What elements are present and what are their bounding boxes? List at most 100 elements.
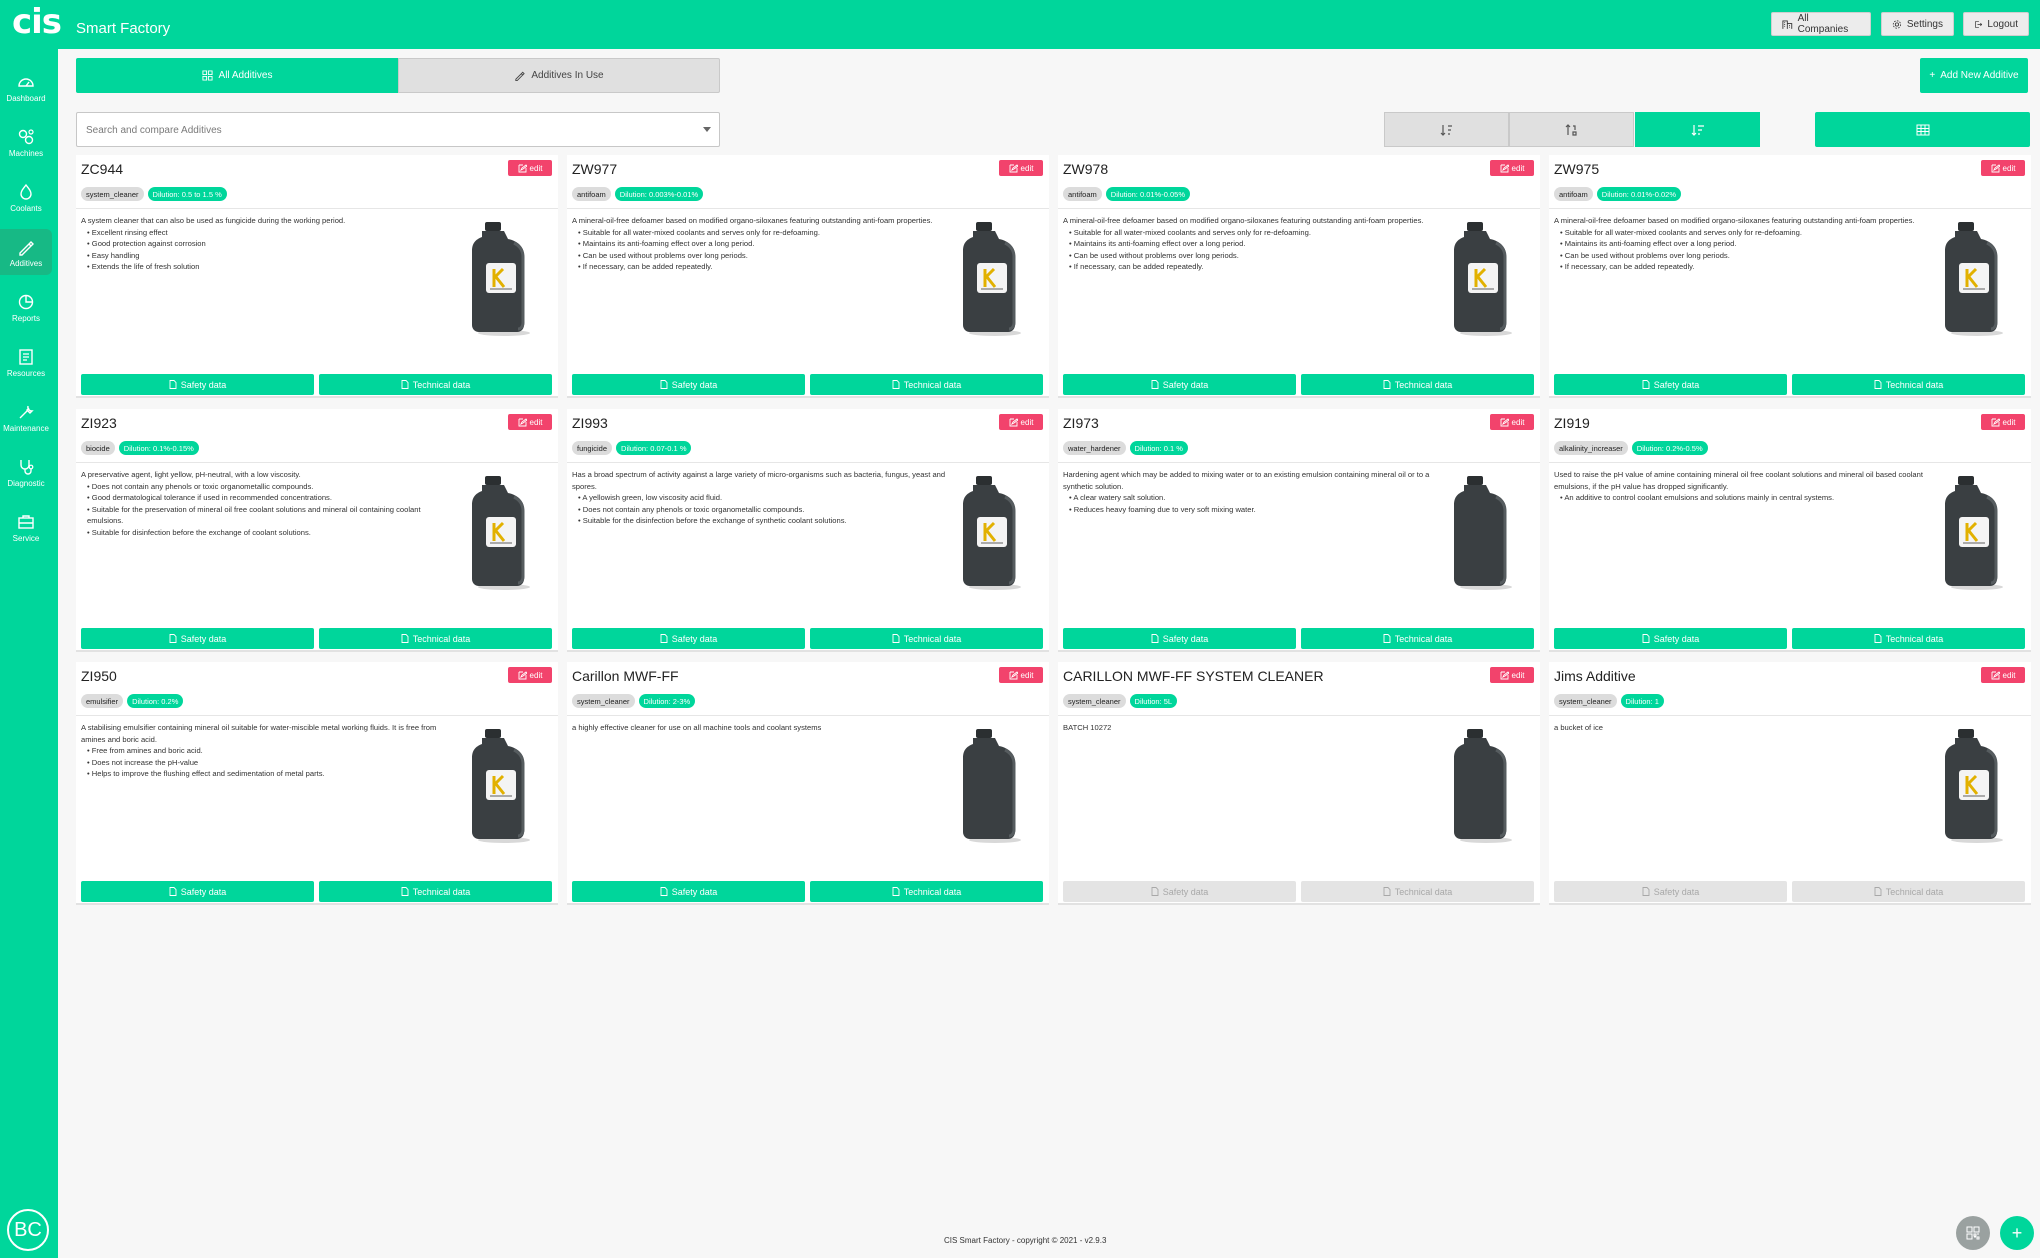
logout-button[interactable]: Logout [1963,12,2029,36]
chevron-down-icon[interactable] [703,127,711,132]
sidebar-item-machines[interactable]: Machines [0,119,52,165]
sidebar-label: Maintenance [3,423,49,433]
additive-name[interactable]: ZI993 [572,415,608,431]
edit-button[interactable]: edit [508,667,552,683]
divider [76,715,558,716]
description-bullet: If necessary, can be added repeatedly. [578,261,947,273]
additive-name[interactable]: ZI919 [1554,415,1590,431]
settings-button[interactable]: Settings [1881,12,1954,36]
grid-view-button[interactable] [1815,112,2030,147]
edit-label: edit [529,417,543,427]
sidebar-item-maintenance[interactable]: Maintenance [0,394,52,440]
additive-name[interactable]: ZW978 [1063,161,1108,177]
description-intro: A mineral-oil-free defoamer based on mod… [572,216,933,225]
divider [76,462,558,463]
document-icon [1874,887,1882,896]
technical-data-button[interactable]: Technical data [1301,881,1534,902]
edit-button[interactable]: edit [508,414,552,430]
additive-name[interactable]: ZW977 [572,161,617,177]
additive-name[interactable]: ZI923 [81,415,117,431]
dilution-badge: Dilution: 5L [1129,694,1178,708]
description-intro: Has a broad spectrum of activity against… [572,470,946,491]
description-intro: A preservative agent, light yellow, pH-n… [81,470,301,479]
edit-button[interactable]: edit [508,160,552,176]
sidebar-item-reports[interactable]: Reports [0,284,52,330]
edit-button[interactable]: edit [1981,414,2025,430]
edit-button[interactable]: edit [1490,160,1534,176]
sort-amount-button[interactable] [1635,112,1760,147]
additive-description: A stabilising emulsifier containing mine… [81,722,456,780]
document-icon [1642,634,1650,643]
safety-data-button[interactable]: Safety data [572,881,805,902]
cis-logo[interactable]: cis [12,2,62,42]
edit-button[interactable]: edit [999,414,1043,430]
user-avatar[interactable]: BC [7,1209,49,1251]
technical-data-button[interactable]: Technical data [319,374,552,395]
sidebar-item-service[interactable]: Service [0,504,52,550]
edit-label: edit [1511,417,1525,427]
dashboard-icon [18,77,34,87]
safety-data-button[interactable]: Safety data [1554,881,1787,902]
description-intro: Used to raise the pH value of amine cont… [1554,470,1923,491]
technical-data-button[interactable]: Technical data [1301,628,1534,649]
search-input[interactable]: Search and compare Additives [76,112,720,147]
description-bullet: Can be used without problems over long p… [578,250,947,262]
additive-name[interactable]: ZW975 [1554,161,1599,177]
bottle-image [1945,476,2003,590]
all-companies-button[interactable]: All Companies [1771,12,1871,36]
edit-button[interactable]: edit [1490,414,1534,430]
technical-data-button[interactable]: Technical data [810,374,1043,395]
sidebar-item-dashboard[interactable]: Dashboard [0,64,52,110]
gear-icon [1892,19,1902,29]
add-fab-button[interactable]: + [2000,1216,2034,1250]
additive-name[interactable]: ZI973 [1063,415,1099,431]
technical-data-button[interactable]: Technical data [1301,374,1534,395]
description-intro: A mineral-oil-free defoamer based on mod… [1554,216,1915,225]
technical-data-button[interactable]: Technical data [810,881,1043,902]
safety-data-button[interactable]: Safety data [81,374,314,395]
additive-name[interactable]: Jims Additive [1554,668,1636,684]
technical-data-button[interactable]: Technical data [1792,881,2025,902]
sidebar-label: Resources [6,368,46,378]
safety-data-button[interactable]: Safety data [1554,374,1787,395]
edit-button[interactable]: edit [1981,667,2025,683]
tab-additives-in-use[interactable]: Additives In Use [398,58,720,93]
plus-icon: + [2011,1222,2023,1243]
additive-card: CARILLON MWF-FF SYSTEM CLEANER edit syst… [1058,662,1540,905]
sort-numeric-button[interactable] [1509,112,1634,147]
safety-data-button[interactable]: Safety data [1554,628,1787,649]
additive-name[interactable]: ZC944 [81,161,123,177]
technical-data-button[interactable]: Technical data [1792,628,2025,649]
edit-button[interactable]: edit [999,160,1043,176]
safety-data-button[interactable]: Safety data [1063,881,1296,902]
additive-card: ZW975 edit antifoam Dilution: 0.01%-0.02… [1549,155,2031,398]
technical-data-button[interactable]: Technical data [1792,374,2025,395]
additive-name[interactable]: Carillon MWF-FF [572,668,679,684]
safety-data-button[interactable]: Safety data [1063,374,1296,395]
edit-button[interactable]: edit [1490,667,1534,683]
technical-data-button[interactable]: Technical data [810,628,1043,649]
technical-data-button[interactable]: Technical data [319,881,552,902]
sidebar-item-diagnostic[interactable]: Diagnostic [0,449,52,495]
edit-icon [1500,163,1509,172]
edit-button[interactable]: edit [1981,160,2025,176]
safety-data-button[interactable]: Safety data [572,628,805,649]
qr-code-button[interactable] [1956,1216,1990,1250]
safety-data-button[interactable]: Safety data [81,628,314,649]
additive-name[interactable]: CARILLON MWF-FF SYSTEM CLEANER [1063,668,1324,684]
additive-name[interactable]: ZI950 [81,668,117,684]
description-bullet: Suitable for all water-mixed coolants an… [1069,227,1438,239]
sort-alpha-button[interactable] [1384,112,1509,147]
sidebar-item-additives[interactable]: Additives [0,229,52,275]
safety-data-button[interactable]: Safety data [1063,628,1296,649]
technical-data-button[interactable]: Technical data [319,628,552,649]
edit-button[interactable]: edit [999,667,1043,683]
divider [76,208,558,209]
safety-data-button[interactable]: Safety data [572,374,805,395]
tab-all-additives[interactable]: All Additives [76,58,398,93]
sidebar-item-resources[interactable]: Resources [0,339,52,385]
description-intro: A system cleaner that can also be used a… [81,216,346,225]
add-new-additive-button[interactable]: + Add New Additive [1920,58,2028,93]
safety-data-button[interactable]: Safety data [81,881,314,902]
sidebar-item-coolants[interactable]: Coolants [0,174,52,220]
